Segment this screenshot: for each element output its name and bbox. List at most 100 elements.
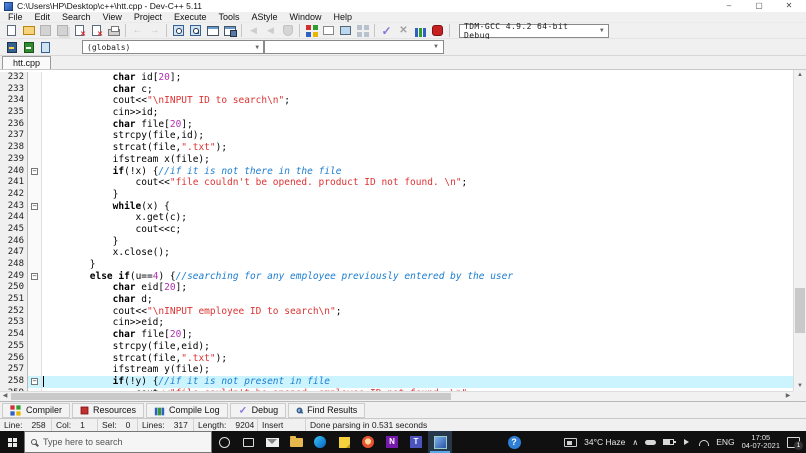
package-manager-button[interactable] <box>354 23 371 38</box>
tray-expand-icon[interactable]: ∧ <box>632 438 638 447</box>
code-text[interactable]: char c; <box>42 84 793 96</box>
code-text[interactable]: if(!x) {//if it is not there in the file <box>42 166 793 178</box>
print-button[interactable] <box>105 23 122 38</box>
new-project-button[interactable] <box>303 23 320 38</box>
redo-button[interactable] <box>146 23 163 38</box>
fold-marker-icon[interactable]: − <box>31 202 38 210</box>
run-button[interactable] <box>245 23 262 38</box>
fold-gutter[interactable] <box>28 83 42 96</box>
panel-tab-resources[interactable]: Resources <box>72 402 145 418</box>
horizontal-scrollbar[interactable]: ◀ ▶ <box>0 391 793 401</box>
open-file-button[interactable] <box>20 23 37 38</box>
code-line-240[interactable]: 240− if(!x) {//if it is not there in the… <box>0 165 793 178</box>
code-text[interactable]: cout<<"\nINPUT employee ID to search\n"; <box>42 306 793 318</box>
code-text[interactable]: char d; <box>42 294 793 306</box>
line-number[interactable]: 234 <box>0 95 28 108</box>
code-text[interactable]: char eid[20]; <box>42 282 793 294</box>
compile-button[interactable] <box>204 23 221 38</box>
code-line-245[interactable]: 245 cout<<c; <box>0 223 793 236</box>
panel-tab-find-results[interactable]: Find Results <box>288 402 366 418</box>
maximize-button[interactable]: ▢ <box>744 0 774 12</box>
code-line-237[interactable]: 237 strcpy(file,id); <box>0 130 793 143</box>
code-text[interactable]: cout<<c; <box>42 224 793 236</box>
code-line-241[interactable]: 241 cout<<"file couldn't be opened. prod… <box>0 177 793 189</box>
code-line-257[interactable]: 257 ifstream y(file); <box>0 364 793 376</box>
line-number[interactable]: 249 <box>0 270 28 283</box>
close-button[interactable]: ✕ <box>774 0 804 12</box>
menu-astyle[interactable]: AStyle <box>245 12 283 23</box>
code-text[interactable]: while(x) { <box>42 201 793 213</box>
fold-gutter[interactable] <box>28 259 42 271</box>
code-line-249[interactable]: 249− else if(u==4) {//searching for any … <box>0 270 793 283</box>
fold-gutter[interactable]: − <box>28 270 42 283</box>
code-line-253[interactable]: 253 cin>>eid; <box>0 317 793 330</box>
check-syntax-button[interactable] <box>378 23 395 38</box>
code-text[interactable]: cin>>eid; <box>42 317 793 329</box>
taskbar-file-explorer[interactable] <box>284 431 308 453</box>
fold-gutter[interactable] <box>28 247 42 259</box>
network-icon[interactable] <box>699 440 710 446</box>
line-number[interactable]: 257 <box>0 364 28 376</box>
code-text[interactable]: x.get(c); <box>42 212 793 224</box>
taskbar-cortana[interactable] <box>212 431 236 453</box>
line-number[interactable]: 245 <box>0 223 28 236</box>
speaker-icon[interactable] <box>684 439 692 445</box>
horizontal-scroll-thumb[interactable] <box>11 393 451 400</box>
fold-gutter[interactable] <box>28 340 42 353</box>
line-number[interactable]: 236 <box>0 118 28 131</box>
code-text[interactable]: x.close(); <box>42 247 793 259</box>
taskbar-sticky-notes[interactable] <box>332 431 356 453</box>
code-text[interactable]: strcpy(file,eid); <box>42 341 793 353</box>
menu-window[interactable]: Window <box>284 12 328 23</box>
scroll-up-arrow-icon[interactable]: ▲ <box>794 70 806 80</box>
fold-gutter[interactable] <box>28 212 42 224</box>
new-source-button[interactable] <box>3 23 20 38</box>
remove-from-project-button[interactable] <box>320 23 337 38</box>
fold-marker-icon[interactable]: − <box>31 167 38 175</box>
panel-tab-compile-log[interactable]: Compile Log <box>146 402 228 418</box>
fold-gutter[interactable] <box>28 305 42 318</box>
code-text[interactable]: char file[20]; <box>42 329 793 341</box>
code-text[interactable]: if(!y) {//if it is not present in file <box>42 375 793 388</box>
code-text[interactable]: cin>>id; <box>42 107 793 119</box>
code-line-244[interactable]: 244 x.get(c); <box>0 212 793 224</box>
fold-gutter[interactable]: − <box>28 165 42 178</box>
code-line-251[interactable]: 251 char d; <box>0 294 793 306</box>
save-all-button[interactable] <box>54 23 71 38</box>
code-line-235[interactable]: 235 cin>>id; <box>0 107 793 119</box>
taskbar-task-view[interactable] <box>236 431 260 453</box>
fold-gutter[interactable] <box>28 329 42 341</box>
fold-gutter[interactable] <box>28 282 42 295</box>
code-line-254[interactable]: 254 char file[20]; <box>0 329 793 341</box>
fold-gutter[interactable] <box>28 118 42 131</box>
line-number[interactable]: 241 <box>0 177 28 189</box>
taskbar-search-box[interactable]: Type here to search <box>24 431 212 453</box>
line-number[interactable]: 255 <box>0 340 28 353</box>
line-number[interactable]: 240 <box>0 165 28 178</box>
rerun-button[interactable] <box>262 23 279 38</box>
menu-tools[interactable]: Tools <box>212 12 245 23</box>
line-number[interactable]: 253 <box>0 317 28 330</box>
clock[interactable]: 17:05 04-07-2021 <box>742 433 780 451</box>
scroll-right-arrow-icon[interactable]: ▶ <box>783 392 793 401</box>
line-number[interactable]: 252 <box>0 305 28 318</box>
code-line-242[interactable]: 242 } <box>0 188 793 201</box>
profile-analysis-button[interactable] <box>412 23 429 38</box>
code-line-234[interactable]: 234 cout<<"\nINPUT ID to search\n"; <box>0 95 793 108</box>
fold-gutter[interactable] <box>28 317 42 330</box>
fold-marker-icon[interactable]: − <box>31 272 38 280</box>
menu-view[interactable]: View <box>97 12 128 23</box>
find-button[interactable] <box>170 23 187 38</box>
compile-run-button[interactable] <box>221 23 238 38</box>
code-editor[interactable]: 232 char id[20]; 233 char c; 234 cout<<"\n… <box>0 70 806 401</box>
undo-button[interactable] <box>129 23 146 38</box>
fold-gutter[interactable] <box>28 188 42 201</box>
delete-profiling-button[interactable] <box>429 23 446 38</box>
line-number[interactable]: 237 <box>0 130 28 143</box>
fold-gutter[interactable] <box>28 223 42 236</box>
line-number[interactable]: 246 <box>0 235 28 248</box>
fold-gutter[interactable] <box>28 72 42 84</box>
code-text[interactable]: } <box>42 259 793 271</box>
abort-button[interactable] <box>279 23 296 38</box>
scroll-left-arrow-icon[interactable]: ◀ <box>0 392 10 401</box>
